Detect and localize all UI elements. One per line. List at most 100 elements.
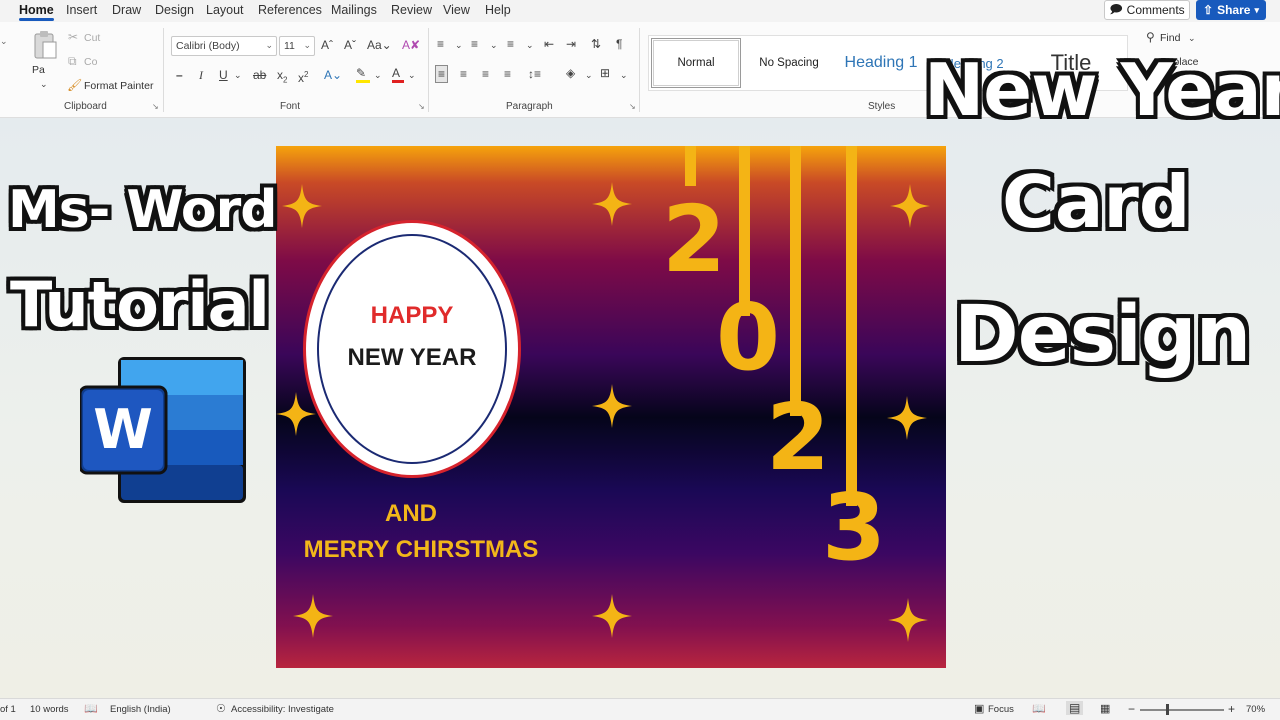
dialog-launcher-icon[interactable]: ↘ [418, 102, 425, 111]
chevron-down-icon[interactable]: ⌄ [620, 68, 628, 82]
numbering-icon[interactable]: ≡ [471, 37, 478, 51]
increase-indent-icon[interactable]: ⇥ [566, 37, 576, 51]
chevron-down-icon[interactable]: ⌄ [455, 38, 463, 52]
year-digit-2b[interactable]: 2 [766, 392, 830, 484]
style-no-spacing[interactable]: No Spacing [745, 38, 833, 88]
share-icon: ⇧ [1203, 3, 1214, 17]
card-new-year-text[interactable]: NEW YEAR [303, 344, 521, 372]
card-happy-text[interactable]: HAPPY [303, 302, 521, 330]
highlight-icon[interactable]: ✎ [356, 66, 370, 83]
chevron-down-icon[interactable]: ⌄ [585, 68, 593, 82]
format-painter-button[interactable]: Format Painter [84, 80, 153, 92]
overlay-new-year-title: New Year [924, 48, 1280, 132]
page-count[interactable]: of 1 [0, 704, 16, 715]
new-year-card-page[interactable]: HAPPY NEW YEAR AND MERRY CHIRSTMAS 2 0 2… [276, 146, 946, 668]
tab-design[interactable]: Design [155, 3, 194, 17]
star-icon [282, 184, 322, 228]
shading-icon[interactable]: ◈ [566, 66, 575, 80]
chevron-down-icon[interactable]: ⌄ [526, 38, 534, 52]
tab-help[interactable]: Help [485, 3, 511, 17]
decrease-indent-icon[interactable]: ⇤ [544, 37, 554, 51]
proofing-book-icon[interactable]: 📖 [84, 702, 98, 715]
zoom-out-icon[interactable]: − [1128, 702, 1135, 716]
dialog-launcher-icon[interactable]: ↘ [629, 102, 636, 111]
tab-view[interactable]: View [443, 3, 470, 17]
group-divider [163, 28, 164, 112]
paragraph-group-label: Paragraph [506, 101, 553, 112]
share-label: Share [1217, 3, 1251, 17]
font-family-value: Calibri (Body) [176, 40, 240, 52]
zoom-in-icon[interactable]: + [1228, 702, 1235, 716]
line-spacing-icon[interactable]: ↕≡ [528, 67, 541, 81]
word-count[interactable]: 10 words [30, 704, 69, 715]
chevron-down-icon[interactable]: ⌄ [408, 68, 416, 82]
star-icon [592, 594, 632, 638]
print-layout-icon[interactable]: ▤ [1066, 701, 1084, 715]
align-left-icon[interactable]: ≡ [435, 65, 449, 83]
tab-draw[interactable]: Draw [112, 3, 141, 17]
change-case-icon[interactable]: Aa⌄ [367, 38, 392, 52]
superscript-icon[interactable]: x2 [298, 68, 308, 85]
subscript-icon[interactable]: x2 [277, 68, 287, 87]
group-divider [639, 28, 640, 112]
card-and-text[interactable]: AND [316, 500, 506, 528]
multilevel-list-icon[interactable]: ≡ [507, 37, 514, 51]
tab-home[interactable]: Home [19, 3, 54, 21]
read-mode-icon[interactable]: 📖 [1032, 702, 1046, 715]
bullets-icon[interactable]: ≡ [437, 37, 444, 51]
ribbon-tab-bar: Home Insert Draw Design Layout Reference… [0, 0, 1280, 22]
strikethrough-icon[interactable]: ab [253, 68, 266, 82]
web-layout-icon[interactable]: ▦ [1100, 702, 1110, 715]
chevron-down-icon[interactable]: ⌄ [234, 68, 242, 82]
zoom-slider-thumb[interactable] [1166, 704, 1169, 715]
underline-icon[interactable]: U [219, 68, 228, 82]
clipboard-icon [34, 31, 57, 59]
chevron-down-icon[interactable]: ⌄ [0, 34, 8, 48]
align-center-icon[interactable]: ≡ [460, 67, 467, 81]
share-button[interactable]: ⇧ Share ▾ [1196, 0, 1266, 20]
shrink-font-icon[interactable]: Aˇ [344, 38, 356, 52]
language-indicator[interactable]: English (India) [110, 704, 171, 715]
italic-icon[interactable]: I [199, 68, 203, 82]
accessibility-status[interactable]: Accessibility: Investigate [231, 704, 334, 715]
tab-mailings[interactable]: Mailings [331, 3, 377, 17]
grow-font-icon[interactable]: Aˆ [321, 38, 333, 52]
overlay-card-title: Card [1002, 160, 1191, 244]
focus-button[interactable]: Focus [988, 704, 1014, 715]
borders-icon[interactable]: ⊞ [600, 66, 610, 80]
card-merry-christmas-text[interactable]: MERRY CHIRSTMAS [286, 536, 556, 564]
align-right-icon[interactable]: ≡ [482, 67, 489, 81]
overlay-tutorial-title: Tutorial [10, 268, 270, 341]
style-normal[interactable]: Normal [651, 38, 741, 88]
tab-layout[interactable]: Layout [206, 3, 244, 17]
bold-icon[interactable]: – [176, 68, 183, 82]
clear-formatting-icon[interactable]: A✘ [402, 38, 420, 52]
pilcrow-icon[interactable]: ¶ [616, 37, 622, 51]
overlay-ms-word-title: Ms- Word [8, 180, 277, 240]
paste-button[interactable]: Pa ⌄ [30, 30, 60, 90]
sort-icon[interactable]: ⇅ [591, 37, 601, 51]
style-heading-1[interactable]: Heading 1 [837, 38, 925, 88]
tab-insert[interactable]: Insert [66, 3, 97, 17]
chevron-down-icon[interactable]: ⌄ [1188, 31, 1196, 45]
text-effects-icon[interactable]: A⌄ [324, 68, 342, 82]
chevron-down-icon[interactable]: ⌄ [490, 38, 498, 52]
find-button[interactable]: Find [1160, 32, 1180, 44]
chevron-down-icon[interactable]: ⌄ [374, 68, 382, 82]
tab-review[interactable]: Review [391, 3, 432, 17]
font-family-select[interactable]: Calibri (Body) ⌄ [171, 36, 277, 56]
copy-button[interactable]: Co [84, 56, 97, 68]
comments-button[interactable]: 🗩 Comments [1104, 0, 1190, 20]
justify-icon[interactable]: ≡ [504, 67, 511, 81]
dialog-launcher-icon[interactable]: ↘ [152, 102, 159, 111]
tab-references[interactable]: References [258, 3, 322, 17]
font-size-select[interactable]: 11 ⌄ [279, 36, 315, 56]
year-digit-2[interactable]: 2 [662, 194, 726, 286]
font-color-icon[interactable]: A [392, 66, 404, 83]
focus-icon: ▣ [974, 703, 985, 715]
zoom-level[interactable]: 70% [1246, 704, 1265, 715]
zoom-slider[interactable] [1140, 704, 1224, 715]
cut-button[interactable]: Cut [84, 32, 100, 44]
year-digit-0[interactable]: 0 [716, 292, 780, 384]
year-digit-3[interactable]: 3 [822, 482, 886, 574]
